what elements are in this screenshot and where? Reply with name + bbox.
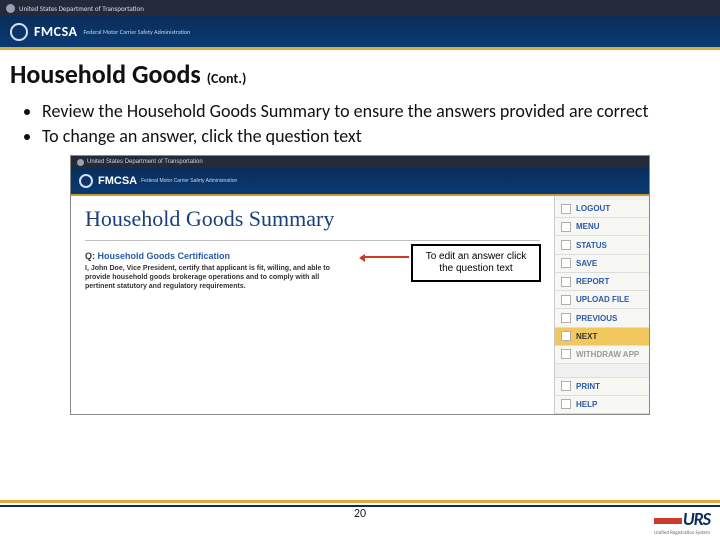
status-icon bbox=[561, 240, 571, 250]
save-icon bbox=[561, 258, 571, 268]
urs-logo-text: URS bbox=[683, 508, 710, 530]
title-main: Household Goods bbox=[10, 58, 201, 90]
ss-content-area: Household Goods Summary Q: Household Goo… bbox=[71, 196, 554, 414]
title-cont: (Cont.) bbox=[207, 70, 247, 87]
report-icon bbox=[561, 277, 571, 287]
fmcsa-brand: FMCSA bbox=[34, 23, 78, 40]
sidebar-item-label: NEXT bbox=[576, 332, 597, 341]
sidebar-item-label: UPLOAD FILE bbox=[576, 295, 629, 304]
sidebar-item-save[interactable]: SAVE bbox=[555, 255, 649, 273]
fmcsa-logo-icon bbox=[10, 23, 28, 41]
ss-fmcsa-bar: FMCSA Federal Motor Carrier Safety Admin… bbox=[71, 168, 649, 196]
page-title: Household Goods (Cont.) bbox=[10, 58, 710, 90]
ss-sidebar: LOGOUT MENU STATUS SAVE REPORT UPLOAD FILE PRE… bbox=[554, 196, 649, 414]
callout-box: To edit an answer click the question tex… bbox=[411, 244, 541, 282]
usa-seal-icon bbox=[6, 4, 15, 13]
upload-icon bbox=[561, 295, 571, 305]
usa-seal-icon bbox=[77, 159, 84, 166]
fmcsa-logo-icon bbox=[79, 174, 93, 188]
sidebar-item-label: SAVE bbox=[576, 259, 597, 268]
fmcsa-header-bar: FMCSA Federal Motor Carrier Safety Admin… bbox=[0, 16, 720, 50]
divider bbox=[85, 240, 540, 241]
ss-gov-text: United States Department of Transportati… bbox=[87, 159, 203, 165]
print-icon bbox=[561, 381, 571, 391]
urs-logo: URS bbox=[654, 508, 710, 530]
sidebar-item-label: MENU bbox=[576, 222, 600, 231]
ss-brand: FMCSA bbox=[98, 175, 137, 187]
footer-rule bbox=[0, 505, 720, 507]
sidebar-item-help[interactable]: HELP bbox=[555, 396, 649, 414]
sidebar-item-label: STATUS bbox=[576, 241, 607, 250]
ss-heading: Household Goods Summary bbox=[85, 206, 540, 232]
help-icon bbox=[561, 399, 571, 409]
question-link[interactable]: Household Goods Certification bbox=[98, 251, 231, 261]
sidebar-item-status[interactable]: STATUS bbox=[555, 236, 649, 254]
previous-icon bbox=[561, 313, 571, 323]
sidebar-item-label: PREVIOUS bbox=[576, 314, 617, 323]
sidebar-item-previous[interactable]: PREVIOUS bbox=[555, 309, 649, 327]
withdraw-icon bbox=[561, 349, 571, 359]
sidebar-item-label: WITHDRAW APP bbox=[576, 350, 639, 359]
fmcsa-subtitle: Federal Motor Carrier Safety Administrat… bbox=[84, 28, 191, 36]
sidebar-item-menu[interactable]: MENU bbox=[555, 218, 649, 236]
sidebar-item-upload-file[interactable]: UPLOAD FILE bbox=[555, 291, 649, 309]
q-prefix: Q: bbox=[85, 251, 95, 261]
sidebar-item-label: PRINT bbox=[576, 382, 600, 391]
urs-tagline: Unified Registration System bbox=[654, 530, 710, 536]
slide-footer: 20 URS Unified Registration System bbox=[0, 500, 720, 540]
menu-icon bbox=[561, 222, 571, 232]
sidebar-item-label: LOGOUT bbox=[576, 204, 610, 213]
sidebar-item-print[interactable]: PRINT bbox=[555, 378, 649, 396]
urs-bar-icon bbox=[654, 518, 682, 524]
gov-header-bar: United States Department of Transportati… bbox=[0, 0, 720, 16]
sidebar-item-label: HELP bbox=[576, 400, 597, 409]
ss-gov-bar: United States Department of Transportati… bbox=[71, 156, 649, 168]
question-body: I, John Doe, Vice President, certify tha… bbox=[85, 265, 345, 291]
embedded-screenshot: United States Department of Transportati… bbox=[70, 155, 650, 415]
ss-sub: Federal Motor Carrier Safety Administrat… bbox=[141, 178, 237, 184]
sidebar-item-next[interactable]: NEXT bbox=[555, 328, 649, 346]
next-icon bbox=[561, 331, 571, 341]
bullet-item: Review the Household Goods Summary to en… bbox=[42, 100, 710, 123]
gov-header-text: United States Department of Transportati… bbox=[19, 4, 144, 13]
bullet-item: To change an answer, click the question … bbox=[42, 125, 710, 148]
logout-icon bbox=[561, 204, 571, 214]
instruction-list: Review the Household Goods Summary to en… bbox=[42, 100, 710, 147]
sidebar-item-logout[interactable]: LOGOUT bbox=[555, 200, 649, 218]
sidebar-item-report[interactable]: REPORT bbox=[555, 273, 649, 291]
urs-logo-block: URS Unified Registration System bbox=[654, 508, 710, 536]
sidebar-item-label: REPORT bbox=[576, 277, 609, 286]
callout-arrow-icon bbox=[361, 256, 409, 258]
sidebar-item-withdraw-app[interactable]: WITHDRAW APP bbox=[555, 346, 649, 364]
